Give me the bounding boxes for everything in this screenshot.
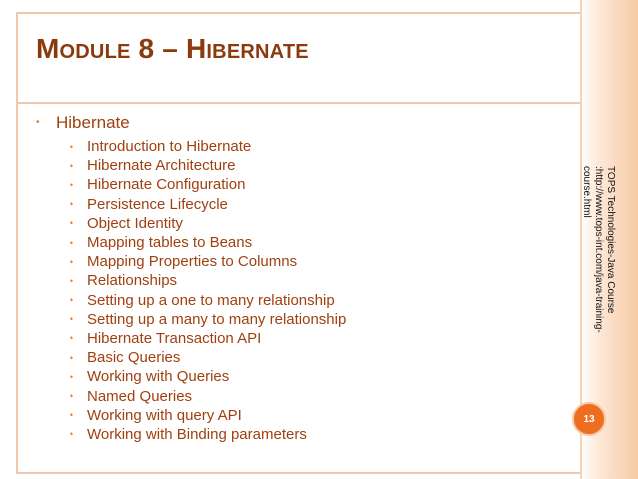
sub-bullet-item: • Setting up a one to many relationship bbox=[36, 291, 556, 310]
sub-bullet-item: • Mapping Properties to Columns bbox=[36, 252, 556, 271]
sub-bullet-item: • Setting up a many to many relationship bbox=[36, 310, 556, 329]
sub-bullet-item: • Relationships bbox=[36, 271, 556, 290]
sub-bullet-label: Introduction to Hibernate bbox=[87, 138, 252, 156]
sub-bullet-item: • Persistence Lifecycle bbox=[36, 195, 556, 214]
bullet-icon: • bbox=[69, 352, 73, 363]
sub-bullet-label: Mapping Properties to Columns bbox=[87, 253, 298, 271]
bullet-icon: • bbox=[69, 275, 73, 286]
bullet-icon: • bbox=[69, 160, 73, 171]
bullet-icon: • bbox=[69, 333, 73, 344]
sub-bullet-item: • Hibernate Architecture bbox=[36, 156, 556, 175]
bullet-icon: • bbox=[36, 117, 40, 128]
bullet-icon: • bbox=[69, 218, 73, 229]
sub-bullet-label: Working with Binding parameters bbox=[87, 425, 307, 443]
bullet-icon: • bbox=[69, 314, 73, 325]
main-bullet-item: • Hibernate bbox=[36, 113, 556, 133]
sub-bullet-label: Relationships bbox=[87, 272, 178, 290]
sub-bullet-label: Working with Queries bbox=[87, 368, 230, 386]
bullet-icon: • bbox=[69, 141, 73, 152]
sub-bullet-item: • Object Identity bbox=[36, 214, 556, 233]
sub-bullet-label: Persistence Lifecycle bbox=[87, 195, 228, 213]
slide-content: • Hibernate • Introduction to Hibernate • H… bbox=[36, 113, 556, 444]
sub-bullet-item: • Mapping tables to Beans bbox=[36, 233, 556, 252]
sub-bullet-label: Object Identity bbox=[87, 214, 183, 232]
sub-bullet-item: • Named Queries bbox=[36, 386, 556, 405]
sub-bullet-label: Mapping tables to Beans bbox=[87, 234, 253, 252]
bullet-icon: • bbox=[69, 237, 73, 248]
sub-bullet-list: • Introduction to Hibernate • Hibernate Arc… bbox=[36, 137, 556, 444]
slide: Module 8 – Hibernate • Hibernate • Introd… bbox=[0, 0, 638, 479]
bullet-icon: • bbox=[69, 371, 73, 382]
sub-bullet-item: • Working with Queries bbox=[36, 367, 556, 386]
title-divider bbox=[18, 102, 634, 104]
sub-bullet-label: Hibernate Architecture bbox=[87, 157, 236, 175]
sub-bullet-item: • Hibernate Configuration bbox=[36, 175, 556, 194]
slide-title: Module 8 – Hibernate bbox=[36, 33, 309, 64]
sub-bullet-item: • Hibernate Transaction API bbox=[36, 329, 556, 348]
bullet-icon: • bbox=[69, 199, 73, 210]
bullet-icon: • bbox=[69, 256, 73, 267]
sub-bullet-label: Working with query API bbox=[87, 406, 242, 424]
sub-bullet-item: • Introduction to Hibernate bbox=[36, 137, 556, 156]
page-number-badge: 13 bbox=[572, 402, 606, 436]
sub-bullet-item: • Working with Binding parameters bbox=[36, 425, 556, 444]
sub-bullet-label: Named Queries bbox=[87, 387, 193, 405]
bullet-icon: • bbox=[69, 410, 73, 421]
side-footer-text: TOPS Technologies-Java Course :http://ww… bbox=[581, 166, 616, 333]
bullet-icon: • bbox=[69, 179, 73, 190]
sub-bullet-item: • Working with query API bbox=[36, 406, 556, 425]
sub-bullet-label: Basic Queries bbox=[87, 349, 181, 367]
sub-bullet-label: Hibernate Transaction API bbox=[87, 329, 262, 347]
sub-bullet-item: • Basic Queries bbox=[36, 348, 556, 367]
bullet-icon: • bbox=[69, 295, 73, 306]
main-bullet-label: Hibernate bbox=[56, 113, 130, 132]
sub-bullet-label: Hibernate Configuration bbox=[87, 176, 246, 194]
sub-bullet-label: Setting up a many to many relationship bbox=[87, 310, 347, 328]
bullet-icon: • bbox=[69, 429, 73, 440]
bullet-icon: • bbox=[69, 391, 73, 402]
sub-bullet-label: Setting up a one to many relationship bbox=[87, 291, 335, 309]
